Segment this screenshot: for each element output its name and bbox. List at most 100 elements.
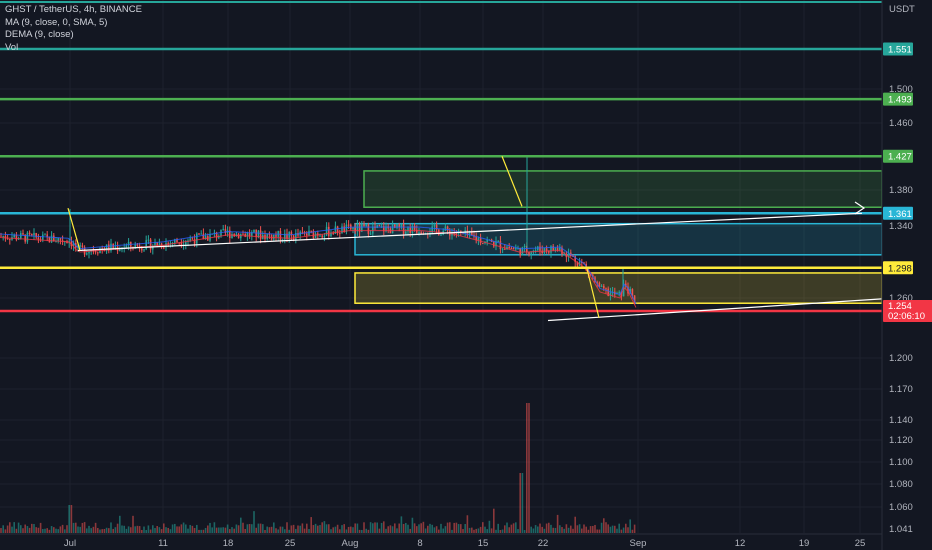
volume-bar — [81, 522, 84, 533]
volume-bar — [156, 526, 158, 533]
candle-body — [341, 226, 343, 234]
price-axis-unit: USDT — [889, 4, 915, 15]
volume-bar — [380, 522, 383, 533]
volume-bar — [589, 526, 592, 533]
volume-bar — [504, 525, 506, 533]
volume-bar — [497, 523, 499, 533]
volume-bar — [202, 529, 205, 533]
volume-bar — [233, 528, 235, 533]
volume-bar — [103, 528, 106, 533]
volume-bar — [552, 527, 554, 533]
volume-bar — [402, 523, 405, 533]
volume-bar — [48, 529, 51, 533]
volume-bar — [50, 526, 53, 533]
price-tick-label: 1.170 — [889, 384, 913, 395]
volume-bar — [537, 526, 539, 533]
candle-body — [365, 224, 367, 227]
volume-bar — [407, 524, 409, 533]
time-tick-label: Sep — [630, 538, 647, 549]
price-tick-label: 1.080 — [889, 479, 913, 490]
volume-bar — [365, 528, 367, 533]
volume-bar — [457, 524, 460, 533]
candle-body — [418, 232, 420, 234]
candle-body — [363, 224, 365, 227]
symbol-title[interactable]: GHST / TetherUS, 4h, BINANCE — [5, 4, 142, 17]
candle-body — [369, 233, 372, 235]
volume-bar — [209, 522, 211, 533]
volume-bar — [345, 529, 348, 533]
ma-indicator-label[interactable]: MA (9, close, 0, SMA, 5) — [5, 17, 142, 30]
volume-indicator-label[interactable]: Vol — [5, 42, 142, 55]
volume-bar — [429, 523, 431, 533]
volume-bar — [72, 522, 75, 533]
volume-bar — [226, 524, 229, 533]
candle-body — [301, 231, 304, 233]
volume-bar — [165, 527, 167, 533]
volume-bar — [191, 525, 194, 533]
volume-bar — [224, 527, 227, 533]
trading-chart[interactable]: USDT1.5001.4601.4201.3801.3401.2601.2001… — [0, 0, 932, 550]
volume-bar — [94, 522, 97, 533]
volume-bar — [251, 524, 253, 533]
volume-bar — [486, 529, 488, 533]
volume-bar — [9, 522, 11, 533]
volume-bar — [171, 524, 174, 533]
volume-bar — [446, 522, 449, 533]
level-badge-label: 1.361 — [888, 209, 912, 220]
candle-body — [493, 241, 495, 247]
candle-body — [512, 248, 515, 250]
volume-bar — [433, 527, 436, 533]
volume-bar — [262, 524, 264, 533]
volume-bar — [290, 525, 293, 533]
volume-bar — [83, 522, 86, 533]
volume-bar — [114, 527, 117, 533]
volume-bar — [64, 529, 66, 533]
candle-body — [528, 252, 530, 255]
volume-bar — [284, 529, 286, 533]
volume-bar — [20, 525, 22, 533]
volume-bar — [556, 514, 559, 533]
volume-bar — [510, 524, 513, 533]
volume-bar — [611, 525, 614, 533]
candle-body — [510, 247, 513, 249]
candle-body — [508, 246, 510, 248]
volume-bar — [295, 528, 297, 533]
volume-bar — [609, 526, 612, 533]
volume-bar — [286, 522, 288, 533]
volume-bar — [57, 529, 59, 533]
volume-bar — [4, 529, 7, 533]
volume-bar — [482, 522, 484, 533]
volume-bar — [143, 526, 145, 533]
volume-bar — [2, 525, 4, 533]
volume-bar — [398, 523, 400, 533]
chart-canvas[interactable]: USDT1.5001.4601.4201.3801.3401.2601.2001… — [0, 0, 932, 550]
candle-body — [339, 233, 341, 235]
volume-bar — [44, 528, 46, 533]
volume-bar — [66, 525, 68, 533]
price-axis: USDT1.5001.4601.4201.3801.3401.2601.2001… — [881, 0, 932, 550]
volume-bar — [330, 529, 332, 533]
volume-bar — [11, 526, 13, 533]
volume-bar — [33, 524, 35, 533]
candle-body — [279, 231, 282, 241]
volume-bar — [405, 522, 407, 533]
volume-bar — [372, 523, 374, 533]
volume-bar — [108, 528, 110, 533]
volume-bar — [358, 529, 361, 533]
volume-bar — [237, 525, 240, 533]
volume-bar — [554, 527, 557, 533]
volume-bar — [185, 524, 187, 533]
volume-bar — [376, 522, 378, 533]
volume-bar — [488, 520, 491, 533]
time-tick-label: 18 — [223, 538, 234, 549]
volume-bar — [240, 517, 242, 533]
candle-body — [242, 233, 244, 235]
volume-bar — [180, 524, 183, 533]
volume-bar — [528, 403, 530, 533]
dema-indicator-label[interactable]: DEMA (9, close) — [5, 29, 142, 42]
volume-bar — [413, 523, 416, 533]
volume-bar — [343, 524, 345, 533]
candle-body — [402, 224, 405, 234]
volume-bar — [466, 515, 469, 533]
volume-bar — [53, 527, 55, 533]
